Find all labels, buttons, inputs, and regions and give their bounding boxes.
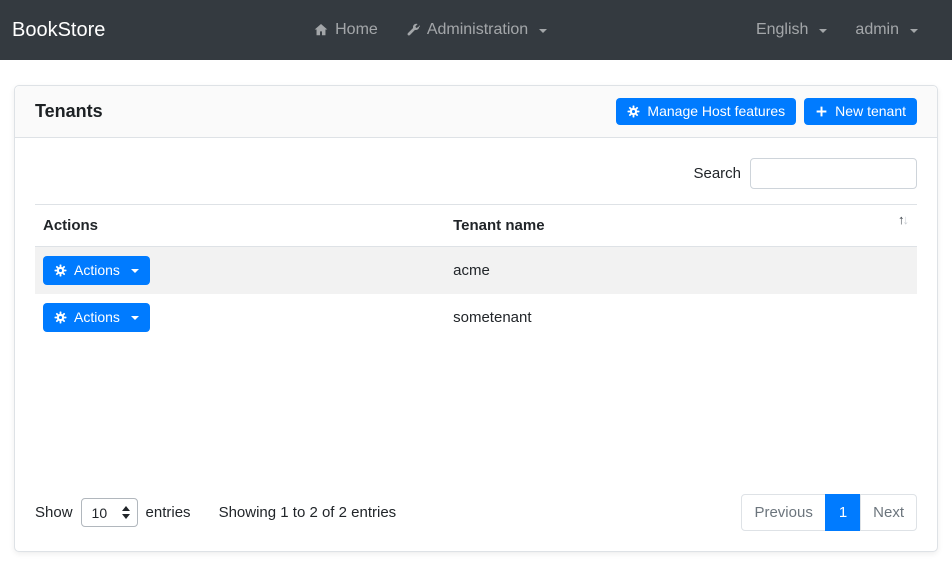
entries-info: Showing 1 to 2 of 2 entries [219, 504, 397, 521]
chevron-down-icon [539, 29, 547, 33]
actions-cell: Actions [35, 294, 445, 341]
gear-icon [54, 264, 67, 277]
nav-administration[interactable]: Administration [398, 21, 555, 39]
table-header-row: Actions Tenant name ↑↓ [35, 205, 917, 247]
pagination-previous[interactable]: Previous [741, 494, 825, 531]
new-tenant-label: New tenant [835, 103, 906, 120]
header-actions: Manage Host features New tenant [616, 98, 917, 125]
nav-home[interactable]: Home [306, 21, 386, 39]
nav-home-label: Home [335, 21, 378, 39]
search-row: Search [35, 158, 917, 189]
entries-label: entries [146, 504, 191, 521]
column-header-actions: Actions [35, 205, 445, 247]
chevron-down-icon [131, 316, 139, 320]
sort-icon: ↑↓ [898, 212, 907, 227]
tenant-name-cell: acme [445, 247, 917, 295]
language-label: English [756, 21, 808, 39]
table-footer: Show 10 entries Showing 1 to 2 of 2 entr… [35, 494, 917, 531]
column-header-tenant-name[interactable]: Tenant name ↑↓ [445, 205, 917, 247]
tenants-table: Actions Tenant name ↑↓ Actions [35, 204, 917, 341]
search-input[interactable] [750, 158, 917, 189]
manage-host-features-button[interactable]: Manage Host features [616, 98, 796, 125]
row-actions-button[interactable]: Actions [43, 256, 150, 285]
page-title: Tenants [35, 101, 103, 122]
table-row: Actions acme [35, 247, 917, 295]
search-label: Search [693, 165, 741, 182]
nav-administration-label: Administration [427, 21, 528, 39]
table-row: Actions sometenant [35, 294, 917, 341]
navbar-right: English admin [756, 21, 918, 39]
wrench-icon [406, 23, 420, 37]
pagination-page-1[interactable]: 1 [825, 494, 861, 531]
manage-host-features-label: Manage Host features [647, 103, 785, 120]
card-body: Search Actions Tenant name ↑↓ [15, 138, 937, 551]
language-dropdown[interactable]: English [756, 21, 827, 39]
plus-icon [815, 105, 828, 118]
chevron-down-icon [131, 269, 139, 273]
gear-icon [627, 105, 640, 118]
user-label: admin [855, 21, 899, 39]
tenant-name-header-label: Tenant name [453, 217, 544, 234]
user-dropdown[interactable]: admin [855, 21, 918, 39]
home-icon [314, 23, 328, 37]
navbar-menu: Home Administration [105, 21, 756, 39]
tenants-card: Tenants Manage Host features New tenant … [14, 85, 938, 552]
navbar: BookStore Home Administration English ad… [0, 0, 952, 60]
page-size-wrap: 10 [81, 498, 138, 527]
new-tenant-button[interactable]: New tenant [804, 98, 917, 125]
show-label: Show [35, 504, 73, 521]
pagination: Previous 1 Next [741, 494, 917, 531]
actions-cell: Actions [35, 247, 445, 295]
page-size-select[interactable]: 10 [81, 498, 138, 527]
row-actions-label: Actions [74, 309, 120, 326]
pagination-next[interactable]: Next [860, 494, 917, 531]
chevron-down-icon [910, 29, 918, 33]
row-actions-label: Actions [74, 262, 120, 279]
gear-icon [54, 311, 67, 324]
tenant-name-cell: sometenant [445, 294, 917, 341]
card-header: Tenants Manage Host features New tenant [15, 86, 937, 138]
chevron-down-icon [819, 29, 827, 33]
row-actions-button[interactable]: Actions [43, 303, 150, 332]
bookstore-brand[interactable]: BookStore [12, 19, 105, 42]
